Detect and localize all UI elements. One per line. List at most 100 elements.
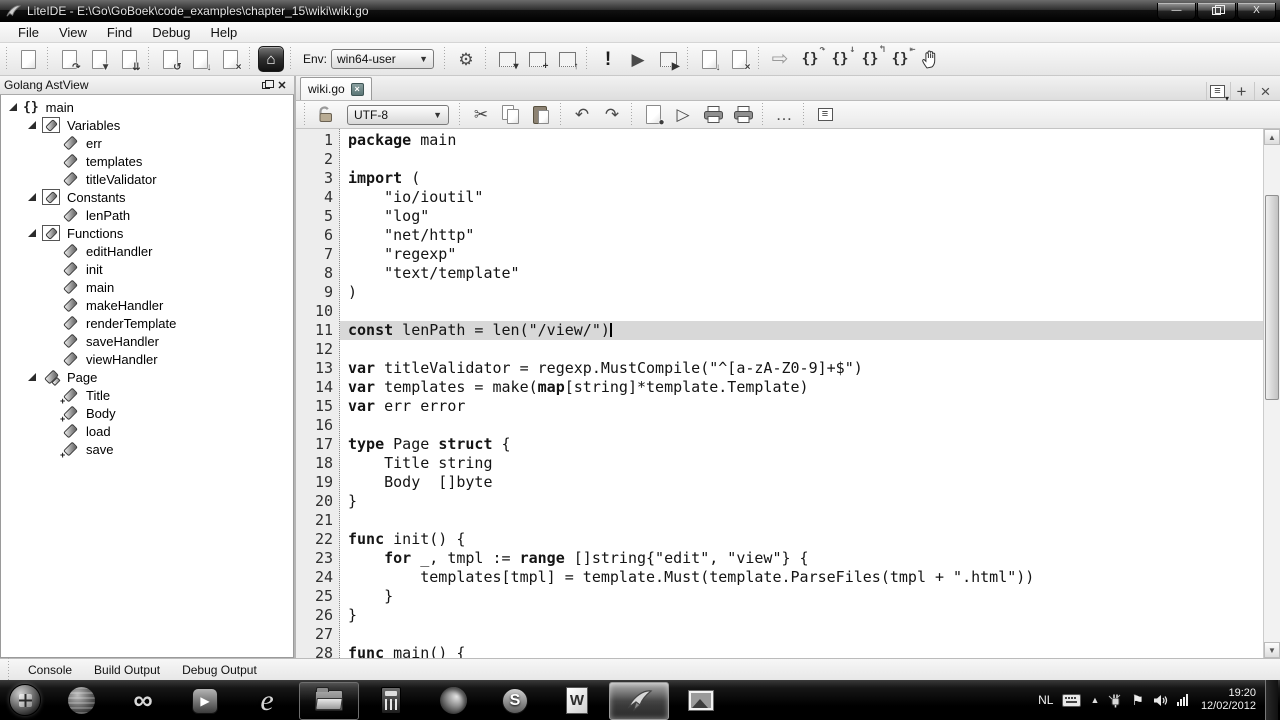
undo-icon[interactable]: ↶ (567, 101, 597, 129)
internet-explorer-icon[interactable]: e (237, 682, 297, 720)
record-macro-icon[interactable]: ● (638, 101, 668, 129)
language-indicator[interactable]: NL (1038, 693, 1053, 707)
word-icon[interactable]: W (547, 682, 607, 720)
code-line-5[interactable]: 5 "log" (296, 207, 1263, 226)
code-line-21[interactable]: 21 (296, 511, 1263, 530)
code-line-25[interactable]: 25 } (296, 587, 1263, 606)
volume-icon[interactable] (1153, 694, 1168, 707)
open-file-icon[interactable]: ↷ (54, 45, 84, 73)
menu-debug[interactable]: Debug (142, 23, 200, 42)
build-file-icon[interactable]: + (522, 45, 552, 73)
save-all-icon[interactable]: ⇊ (114, 45, 144, 73)
play-macro-icon[interactable]: ▷ (668, 101, 698, 129)
menu-view[interactable]: View (49, 23, 97, 42)
code-line-12[interactable]: 12 (296, 340, 1263, 359)
tree-item-main[interactable]: main (1, 278, 293, 296)
editor-scrollbar[interactable]: ▲ ▼ (1263, 129, 1280, 658)
step-over-icon[interactable]: {}↷ (795, 45, 825, 73)
tree-item-functions[interactable]: Functions (1, 224, 293, 242)
media-player-icon[interactable]: ▶ (175, 682, 235, 720)
close-all-files-icon[interactable]: × (215, 45, 245, 73)
show-hidden-icons-button[interactable]: ▲ (1090, 695, 1099, 705)
code-line-1[interactable]: 1package main (296, 131, 1263, 150)
code-line-16[interactable]: 16 (296, 416, 1263, 435)
build-icon[interactable]: ▾ (492, 45, 522, 73)
code-line-8[interactable]: 8 "text/template" (296, 264, 1263, 283)
code-line-14[interactable]: 14var templates = make(map[string]*templ… (296, 378, 1263, 397)
tree-item-makehandler[interactable]: makeHandler (1, 296, 293, 314)
tree-item-templates[interactable]: templates (1, 152, 293, 170)
tree-item-body[interactable]: +Body (1, 404, 293, 422)
encoding-dropdown[interactable]: UTF-8▼ (347, 105, 449, 125)
minimize-button[interactable]: — (1157, 3, 1196, 20)
tree-item-savehandler[interactable]: saveHandler (1, 332, 293, 350)
close-file-icon[interactable]: ↓ (185, 45, 215, 73)
build-and-run-icon[interactable]: ▶ (653, 45, 683, 73)
photo-viewer-icon[interactable] (671, 682, 731, 720)
tree-item-load[interactable]: load (1, 422, 293, 440)
delete-output-icon[interactable]: × (724, 45, 754, 73)
code-line-17[interactable]: 17type Page struct { (296, 435, 1263, 454)
clock[interactable]: 19:20 12/02/2012 (1197, 687, 1256, 713)
file-info-icon[interactable]: ≡ (810, 101, 840, 129)
visual-studio-icon[interactable]: ∞ (113, 682, 173, 720)
menu-find[interactable]: Find (97, 23, 142, 42)
code-line-28[interactable]: 28func main() { (296, 644, 1263, 658)
calculator-icon[interactable] (361, 682, 421, 720)
continue-debug-icon[interactable]: ⇨ (765, 45, 795, 73)
windows-explorer-icon[interactable] (299, 682, 359, 720)
tree-item-main[interactable]: {}main (1, 98, 293, 116)
code-line-6[interactable]: 6 "net/http" (296, 226, 1263, 245)
env-dropdown[interactable]: win64-user▼ (331, 49, 434, 69)
code-line-22[interactable]: 22func init() { (296, 530, 1263, 549)
show-desktop-button[interactable] (1265, 680, 1278, 720)
tree-item-variables[interactable]: Variables (1, 116, 293, 134)
new-file-icon[interactable] (13, 45, 43, 73)
liteide-icon[interactable] (609, 682, 669, 720)
home-button[interactable]: ⌂ (256, 45, 286, 73)
scrollbar-thumb[interactable] (1265, 195, 1279, 400)
code-line-11[interactable]: 11const lenPath = len("/view/") (296, 321, 1263, 340)
cut-icon[interactable]: ✂ (466, 101, 496, 129)
start-button[interactable] (9, 684, 41, 716)
code-line-9[interactable]: 9) (296, 283, 1263, 302)
expander-icon[interactable] (28, 121, 36, 129)
tree-item-err[interactable]: err (1, 134, 293, 152)
code-line-2[interactable]: 2 (296, 150, 1263, 169)
scroll-down-button[interactable]: ▼ (1264, 642, 1280, 658)
code-line-3[interactable]: 3import ( (296, 169, 1263, 188)
messenger-sphere-icon[interactable] (51, 682, 111, 720)
code-line-13[interactable]: 13var titleValidator = regexp.MustCompil… (296, 359, 1263, 378)
close-button[interactable]: X (1237, 3, 1276, 20)
code-line-7[interactable]: 7 "regexp" (296, 245, 1263, 264)
redo-icon[interactable]: ↷ (597, 101, 627, 129)
tab-close-button[interactable]: × (351, 83, 364, 96)
stop-debug-hand-icon[interactable] (915, 45, 945, 73)
lock-icon[interactable] (311, 101, 341, 129)
tree-item-viewhandler[interactable]: viewHandler (1, 350, 293, 368)
code-line-19[interactable]: 19 Body []byte (296, 473, 1263, 492)
keyboard-icon[interactable] (1062, 694, 1081, 707)
print-preview-icon[interactable] (728, 101, 758, 129)
output-tab-console[interactable]: Console (19, 661, 81, 679)
run-icon[interactable]: ▶ (623, 45, 653, 73)
step-into-icon[interactable]: {}↓ (825, 45, 855, 73)
skype-icon[interactable]: S (485, 682, 545, 720)
code-line-15[interactable]: 15var err error (296, 397, 1263, 416)
output-tab-debug-output[interactable]: Debug Output (173, 661, 266, 679)
tab-list-button[interactable]: ≡▾ (1206, 82, 1228, 100)
close-panel-button[interactable]: ✕ (274, 78, 290, 92)
more-button[interactable]: … (769, 101, 799, 129)
step-finish-icon[interactable]: {}⇤ (885, 45, 915, 73)
copy-icon[interactable] (496, 101, 526, 129)
paste-icon[interactable] (526, 101, 556, 129)
close-editor-button[interactable]: × (1254, 82, 1276, 100)
scroll-up-button[interactable]: ▲ (1264, 129, 1280, 145)
code-line-24[interactable]: 24 templates[tmpl] = template.Must(templ… (296, 568, 1263, 587)
tree-item-page[interactable]: Page (1, 368, 293, 386)
code-line-27[interactable]: 27 (296, 625, 1263, 644)
tree-item-titlevalidator[interactable]: titleValidator (1, 170, 293, 188)
save-file-icon[interactable]: ▼ (84, 45, 114, 73)
code-line-4[interactable]: 4 "io/ioutil" (296, 188, 1263, 207)
code-line-20[interactable]: 20} (296, 492, 1263, 511)
